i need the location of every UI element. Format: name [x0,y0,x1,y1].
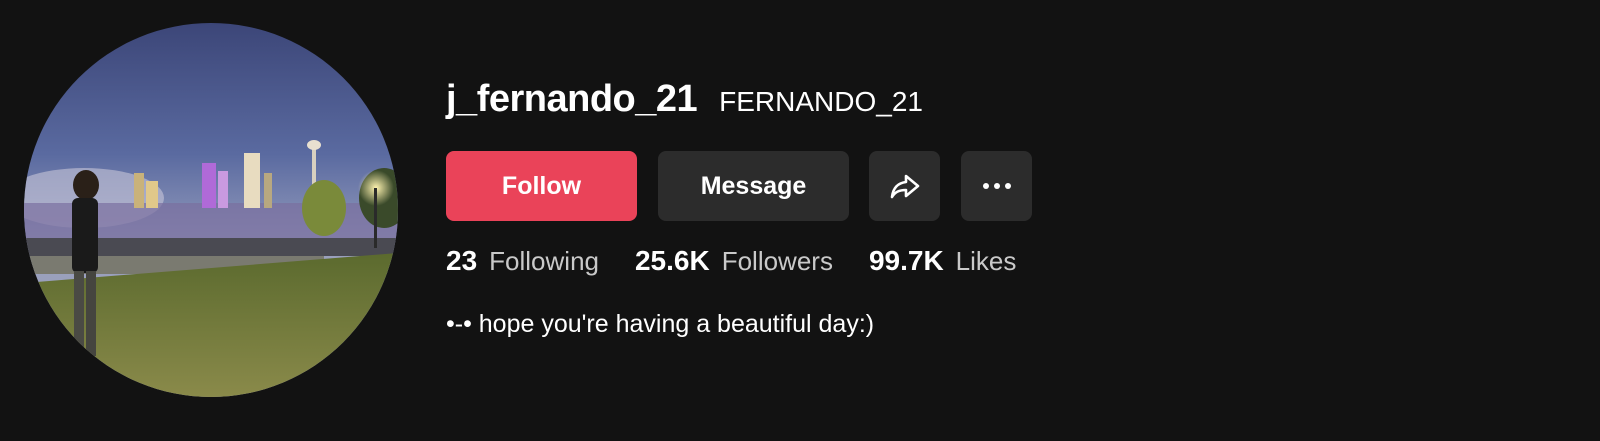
avatar[interactable] [24,23,398,397]
message-button-label: Message [700,171,807,200]
more-icon [982,183,1011,189]
profile-stats: 23 Following 25.6K Followers 99.7K Likes [446,245,1052,277]
profile-bio: •-• hope you're having a beautiful day:) [446,310,875,338]
stat-label: Likes [955,246,1017,276]
stat-following[interactable]: 23 Following [446,245,599,277]
stat-label: Following [489,246,599,276]
stat-followers[interactable]: 25.6K Followers [635,245,833,277]
stat-value: 25.6K [634,245,710,276]
stat-value: 99.7K [868,245,944,276]
stat-likes: 99.7K Likes [869,245,1016,277]
nickname: FERNANDO_21 [719,86,923,117]
message-button[interactable]: Message [658,151,849,221]
follow-button[interactable]: Follow [446,151,637,221]
avatar-photo [24,23,398,397]
stat-value: 23 [446,245,478,276]
follow-button-label: Follow [501,171,582,200]
stat-label: Followers [721,246,833,276]
share-icon [890,174,919,199]
share-button[interactable] [869,151,940,221]
more-options-button[interactable] [961,151,1032,221]
profile-header: j_fernando_21 FERNANDO_21 Follow Message… [0,0,1600,441]
username: j_fernando_21 [446,78,698,120]
profile-names: j_fernando_21 FERNANDO_21 [446,78,923,121]
